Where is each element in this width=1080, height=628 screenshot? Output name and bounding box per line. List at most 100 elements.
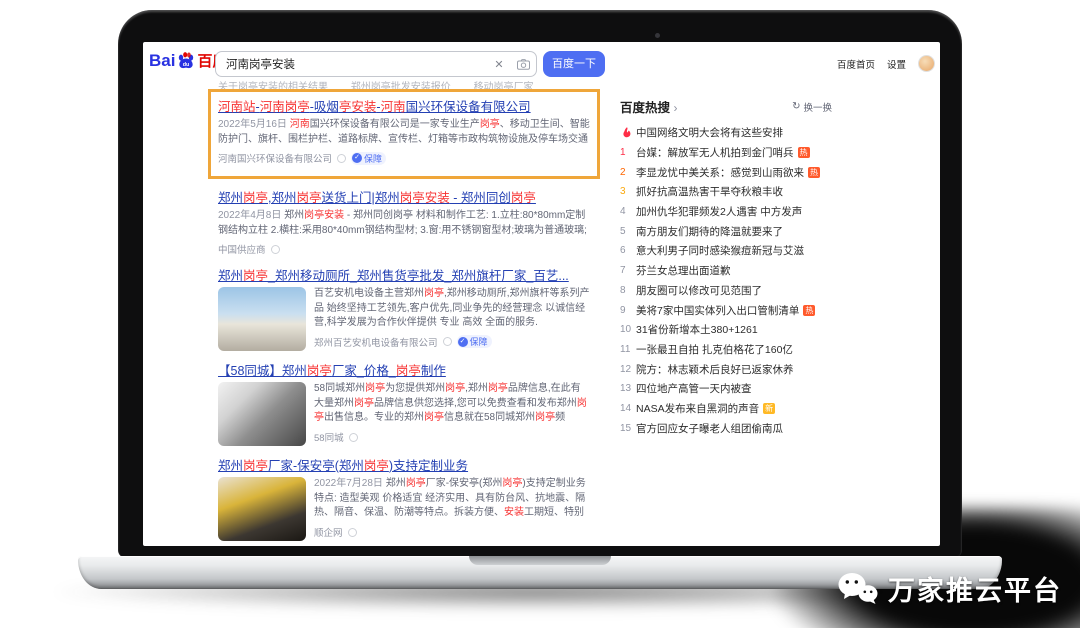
hot-search-item[interactable]: 9 美将7家中国实体列入出口管制清单 热	[620, 300, 832, 320]
hot-rank: 1	[620, 147, 636, 158]
result-source: 顺企网	[314, 525, 590, 539]
result-title[interactable]: 【58同城】郑州岗亭厂家_价格_岗亭制作	[218, 360, 590, 379]
wechat-icon	[837, 571, 879, 607]
search-input[interactable]: 河南岗亭安装	[216, 56, 488, 72]
hot-search-item[interactable]: 14 NASA发布来自黑洞的声音 新	[620, 399, 832, 419]
result-thumbnail[interactable]	[218, 477, 306, 541]
hot-rank: 10	[620, 324, 636, 335]
related-chip[interactable]: 移动岗亭厂家	[474, 82, 534, 89]
search-result-1: 河南站-河南岗亭-吸烟亭安装-河南国兴环保设备有限公司 2022年5月16日 河…	[218, 96, 590, 165]
hot-search-item[interactable]: 1 台媒：解放军无人机拍到金门哨兵 热	[620, 143, 832, 163]
hot-badge: 热	[808, 167, 820, 178]
related-chip[interactable]: 郑州岗亭批发安装报价	[351, 82, 451, 89]
watermark-text: 万家推云平台	[888, 569, 1062, 608]
source-menu-icon[interactable]	[443, 337, 452, 346]
hot-rank: 5	[620, 226, 636, 237]
hot-text: NASA发布来自黑洞的声音	[636, 401, 759, 416]
source-name[interactable]: 58同城	[314, 430, 344, 444]
hot-text: 一张最丑自拍 扎克伯格花了160亿	[636, 342, 793, 357]
hot-search-item[interactable]: 15 官方回应女子曝老人组团偷南瓜	[620, 418, 832, 438]
check-icon: ✓	[352, 153, 362, 163]
hot-search-item[interactable]: 6 意大利男子同时感染猴痘新冠与艾滋	[620, 241, 832, 261]
verified-badge: ✓保障	[351, 152, 386, 165]
hot-search-item[interactable]: 5 南方朋友们期待的降温就要来了	[620, 221, 832, 241]
related-search-chips[interactable]: 关于岗亭安装的相关结果 郑州岗亭批发安装报价 移动岗亭厂家	[218, 78, 590, 89]
hot-search-item[interactable]: 13 四位地产高管一天内被查	[620, 379, 832, 399]
search-result-2: 郑州岗亭,郑州岗亭送货上门|郑州岗亭安装 - 郑州同创岗亭 2022年4月8日 …	[218, 187, 590, 256]
hot-text: 抓好抗高温热害干旱夺秋粮丰收	[636, 184, 783, 199]
source-menu-icon[interactable]	[348, 528, 357, 537]
result-source: 河南国兴环保设备有限公司 ✓保障	[218, 151, 590, 165]
search-box[interactable]: 河南岗亭安装 ✕	[215, 51, 537, 77]
source-name[interactable]: 中国供应商	[218, 242, 266, 256]
hot-search-item[interactable]: 2 李显龙忧中美关系：感觉到山雨欲来 热	[620, 162, 832, 182]
check-icon: ✓	[458, 337, 468, 347]
hot-search-item[interactable]: 11 一张最丑自拍 扎克伯格花了160亿	[620, 340, 832, 360]
hot-rank: 7	[620, 265, 636, 276]
flame-icon	[620, 126, 636, 139]
hot-text: 美将7家中国实体列入出口管制清单	[636, 303, 799, 318]
hot-search-item[interactable]: 7 芬兰女总理出面道歉	[620, 261, 832, 281]
hot-search-item[interactable]: 12 院方：林志颖术后良好已返家休养	[620, 359, 832, 379]
result-title[interactable]: 郑州岗亭厂家-保安亭(郑州岗亭)支持定制业务	[218, 455, 590, 474]
hot-search-item[interactable]: 10 31省份新增本土380+1261	[620, 320, 832, 340]
result-snippet: 2022年5月16日 河南国兴环保设备有限公司是一家专业生产岗亭、移动卫生间、智…	[218, 118, 590, 147]
home-link[interactable]: 百度首页	[837, 57, 875, 71]
browser-screen: Bai du 百度 河南岗亭安装 ✕ 百度一下	[143, 42, 940, 546]
watermark: 万家推云平台	[837, 569, 1062, 608]
hot-text: 加州仇华犯罪频发2人遇害 中方发声	[636, 204, 802, 219]
hot-search-item[interactable]: 中国网络文明大会将有这些安排	[620, 123, 832, 143]
related-chip[interactable]: 关于岗亭安装的相关结果	[218, 82, 328, 89]
result-thumbnail[interactable]	[218, 382, 306, 446]
avatar[interactable]	[918, 55, 935, 72]
hot-badge: 新	[763, 403, 775, 414]
source-name[interactable]: 顺企网	[314, 525, 343, 539]
result-title[interactable]: 郑州岗亭,郑州岗亭送货上门|郑州岗亭安装 - 郑州同创岗亭	[218, 187, 590, 206]
refresh-button[interactable]: ↻换一换	[792, 100, 832, 114]
source-name[interactable]: 河南国兴环保设备有限公司	[218, 151, 332, 165]
source-menu-icon[interactable]	[337, 154, 346, 163]
results-column: 河南站-河南岗亭-吸烟亭安装-河南国兴环保设备有限公司 2022年5月16日 河…	[218, 92, 590, 546]
hot-search-title[interactable]: 百度热搜 ›	[620, 97, 678, 116]
svg-text:du: du	[183, 62, 190, 68]
result-title[interactable]: 郑州岗亭_郑州移动厕所_郑州售货亭批发_郑州旗杆厂家_百艺...	[218, 265, 590, 284]
hot-text: 院方：林志颖术后良好已返家休养	[636, 362, 794, 377]
hot-rank: 2	[620, 167, 636, 178]
hot-search-item[interactable]: 4 加州仇华犯罪频发2人遇害 中方发声	[620, 202, 832, 222]
baidu-paw-icon: du	[176, 51, 196, 71]
hot-text: 南方朋友们期待的降温就要来了	[636, 224, 783, 239]
result-snippet: 58同城郑州岗亭为您提供郑州岗亭,郑州岗亭品牌信息,在此有大量郑州岗亭品牌信息供…	[314, 382, 590, 426]
hot-rank: 9	[620, 305, 636, 316]
search-button[interactable]: 百度一下	[543, 51, 605, 77]
chevron-right-icon: ›	[674, 101, 678, 115]
hot-text: 意大利男子同时感染猴痘新冠与艾滋	[636, 243, 804, 258]
hot-text: 朋友圈可以修改可见范围了	[636, 283, 762, 298]
result-thumbnail[interactable]	[218, 287, 306, 351]
hot-rank: 15	[620, 423, 636, 434]
hot-search-item[interactable]: 3 抓好抗高温热害干旱夺秋粮丰收	[620, 182, 832, 202]
hot-search-item[interactable]: 8 朋友圈可以修改可见范围了	[620, 281, 832, 301]
source-name[interactable]: 郑州百艺安机电设备有限公司	[314, 335, 438, 349]
highlight-box: 河南站-河南岗亭-吸烟亭安装-河南国兴环保设备有限公司 2022年5月16日 河…	[208, 89, 600, 179]
hot-rank: 3	[620, 186, 636, 197]
clear-icon[interactable]: ✕	[488, 58, 510, 71]
hot-text: 李显龙忧中美关系：感觉到山雨欲来	[636, 165, 804, 180]
source-menu-icon[interactable]	[349, 433, 358, 442]
refresh-icon: ↻	[792, 101, 800, 112]
hot-search-panel: 百度热搜 › ↻换一换 中国网络文明大会将有这些安排 1 台媒：解放军无人机拍到…	[620, 97, 832, 438]
camera-icon[interactable]	[510, 59, 536, 70]
baidu-logo-bai: Bai	[149, 51, 175, 71]
hot-text: 31省份新增本土380+1261	[636, 322, 758, 337]
hot-badge: 热	[798, 147, 810, 158]
hot-rank: 14	[620, 403, 636, 414]
result-title[interactable]: 河南站-河南岗亭-吸烟亭安装-河南国兴环保设备有限公司	[218, 96, 590, 115]
hot-rank: 12	[620, 364, 636, 375]
laptop-mockup: Bai du 百度 河南岗亭安装 ✕ 百度一下	[0, 0, 1080, 628]
result-source: 中国供应商	[218, 242, 590, 256]
settings-link[interactable]: 设置	[887, 57, 906, 71]
hot-rank: 6	[620, 245, 636, 256]
hot-text: 台媒：解放军无人机拍到金门哨兵	[636, 145, 794, 160]
source-menu-icon[interactable]	[271, 245, 280, 254]
result-snippet: 百艺安机电设备主营郑州岗亭,郑州移动厕所,郑州旗杆等系列产品 始终坚持工艺领先,…	[314, 287, 590, 331]
hot-rank: 8	[620, 285, 636, 296]
